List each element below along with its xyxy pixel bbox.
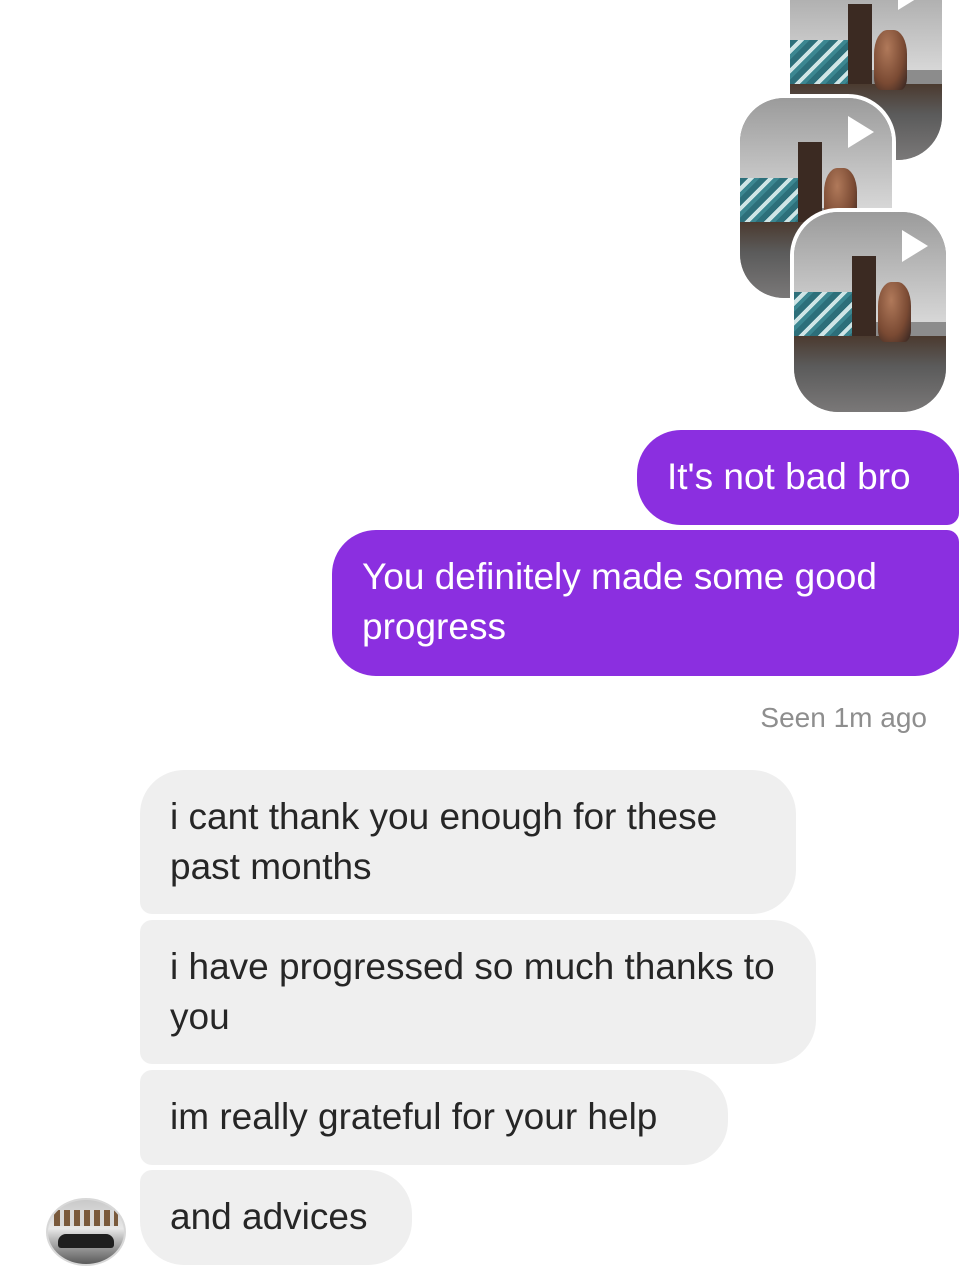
message-text: It's not bad bro: [667, 456, 911, 497]
frame-floor: [794, 336, 946, 412]
sent-message-bubble[interactable]: It's not bad bro: [637, 430, 959, 525]
message-text: and advices: [170, 1196, 368, 1237]
received-message-bubble[interactable]: and advices: [140, 1170, 412, 1265]
frame-person: [873, 30, 908, 90]
play-icon[interactable]: [902, 230, 928, 262]
avatar-building: [54, 1210, 118, 1226]
received-message-bubble[interactable]: i have progressed so much thanks to you: [140, 920, 816, 1064]
frame-dresser: [847, 4, 873, 84]
message-text: You definitely made some good progress: [362, 556, 877, 647]
frame-dresser: [797, 142, 823, 222]
frame-person: [877, 282, 912, 342]
video-thumbnail-3[interactable]: [794, 212, 946, 412]
seen-status: Seen 1m ago: [760, 702, 927, 733]
play-icon[interactable]: [848, 116, 874, 148]
avatar-car: [58, 1234, 114, 1248]
message-text: i cant thank you enough for these past m…: [170, 796, 718, 887]
received-message-bubble[interactable]: im really grateful for your help: [140, 1070, 728, 1165]
video-attachments: [740, 0, 960, 420]
play-icon[interactable]: [898, 0, 924, 10]
message-text: im really grateful for your help: [170, 1096, 658, 1137]
message-text: i have progressed so much thanks to you: [170, 946, 775, 1037]
sent-message-bubble[interactable]: You definitely made some good progress: [332, 530, 959, 676]
received-message-bubble[interactable]: i cant thank you enough for these past m…: [140, 770, 796, 914]
chat-thread: It's not bad bro You definitely made som…: [0, 0, 979, 1280]
avatar[interactable]: [46, 1198, 126, 1266]
frame-dresser: [851, 256, 877, 336]
